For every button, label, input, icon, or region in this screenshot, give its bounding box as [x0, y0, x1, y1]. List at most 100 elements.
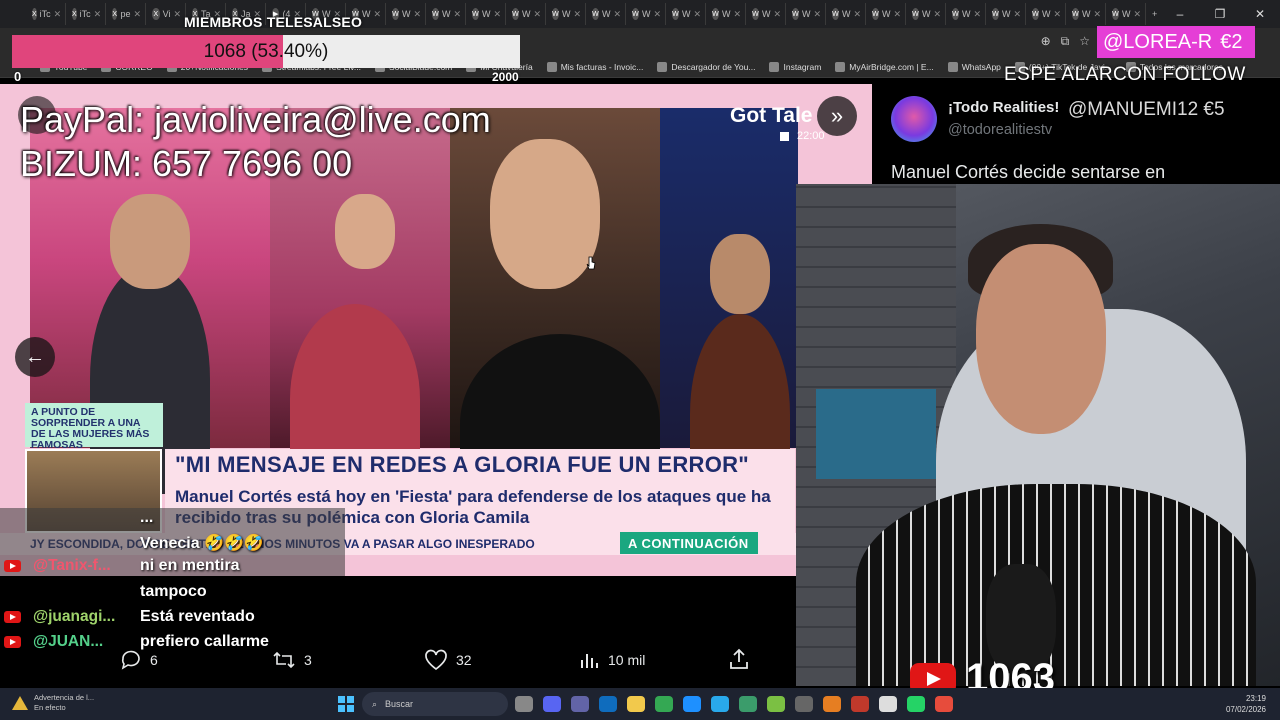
browser-tab[interactable]: W W ✕	[986, 3, 1026, 25]
tab-close-icon[interactable]: ✕	[973, 9, 981, 20]
discord-icon[interactable]	[543, 696, 561, 712]
person-head	[110, 194, 190, 289]
tab-close-icon[interactable]: ✕	[54, 9, 62, 20]
tab-close-icon[interactable]: ✕	[1013, 9, 1021, 20]
account-avatar[interactable]	[891, 96, 937, 142]
app-icon[interactable]	[879, 696, 897, 712]
bookmark-item[interactable]: Instagram	[769, 61, 821, 72]
browser-tab[interactable]: W W ✕	[826, 3, 866, 25]
capcut-icon[interactable]	[767, 696, 785, 712]
app-icon[interactable]	[795, 696, 813, 712]
bookmark-favicon-icon	[546, 61, 557, 72]
browser-tab[interactable]: W W ✕	[666, 3, 706, 25]
browser-tab[interactable]: W W ✕	[746, 3, 786, 25]
like-button[interactable]: 32	[424, 649, 472, 671]
tab-favicon-icon: W	[1112, 8, 1119, 20]
bookmark-star-icon[interactable]: ☆	[1079, 34, 1090, 49]
browser-tab[interactable]: W W ✕	[626, 3, 666, 25]
tab-label: W	[1121, 9, 1131, 19]
outlook-icon[interactable]	[599, 696, 617, 712]
tab-close-icon[interactable]: ✕	[413, 9, 421, 20]
tab-close-icon[interactable]: ✕	[493, 9, 501, 20]
telegram-icon[interactable]	[711, 696, 729, 712]
app-icon[interactable]	[823, 696, 841, 712]
browser-tab[interactable]: W W ✕	[586, 3, 626, 25]
tab-close-icon[interactable]: ✕	[693, 9, 701, 20]
tab-close-icon[interactable]: ✕	[653, 9, 661, 20]
tab-favicon-icon: W	[912, 8, 919, 20]
tab-close-icon[interactable]: ✕	[373, 9, 381, 20]
browser-tab[interactable]: W W ✕	[546, 3, 586, 25]
youtube-app-icon[interactable]	[935, 696, 953, 712]
browser-tab[interactable]: W W ✕	[786, 3, 826, 25]
tab-close-icon[interactable]: ✕	[133, 9, 141, 20]
browser-tab[interactable]: XiTc ✕	[26, 3, 66, 25]
tab-close-icon[interactable]: ✕	[733, 9, 741, 20]
teams-icon[interactable]	[571, 696, 589, 712]
tab-close-icon[interactable]: ✕	[1133, 9, 1141, 20]
file-explorer-icon[interactable]	[627, 696, 645, 712]
browser-tab[interactable]: W W ✕	[706, 3, 746, 25]
tab-close-icon[interactable]: ✕	[853, 9, 861, 20]
browser-tab[interactable]: W W ✕	[506, 3, 546, 25]
browser-tab[interactable]: W W ✕	[386, 3, 426, 25]
bookmark-item[interactable]: Descargador de You...	[657, 61, 756, 72]
minimize-button[interactable]: –	[1160, 0, 1200, 28]
tab-favicon-icon: W	[632, 8, 639, 20]
taskbar-clock[interactable]: 23:19 07/02/2026	[1226, 693, 1266, 715]
maximize-button[interactable]: ❐	[1200, 0, 1240, 28]
search-placeholder: Buscar	[385, 699, 414, 709]
lower-third-tag: A PUNTO DE SORPRENDER A UNA DE LAS MUJER…	[25, 403, 163, 451]
tab-label: W	[1001, 9, 1011, 19]
account-name[interactable]: ¡Todo Realities!	[948, 99, 1059, 116]
tab-close-icon[interactable]: ✕	[573, 9, 581, 20]
screenshot-icon[interactable]: ⧉	[1061, 34, 1070, 49]
tab-label: W	[561, 9, 571, 19]
browser-tab[interactable]: X Vi ✕	[146, 3, 186, 25]
tab-close-icon[interactable]: ✕	[533, 9, 541, 20]
views-button[interactable]: 10 mil	[578, 650, 645, 670]
share-button[interactable]	[728, 648, 750, 670]
tab-close-icon[interactable]: ✕	[893, 9, 901, 20]
whatsapp-icon[interactable]	[907, 696, 925, 712]
tab-close-icon[interactable]: ✕	[1053, 9, 1061, 20]
windows-start-icon[interactable]	[338, 696, 354, 712]
tab-close-icon[interactable]: ✕	[173, 9, 181, 20]
tab-close-icon[interactable]: ✕	[94, 9, 102, 20]
browser-tab[interactable]: XiTc ✕	[66, 3, 106, 25]
tab-close-icon[interactable]: ✕	[453, 9, 461, 20]
browser-tab[interactable]: W W ✕	[946, 3, 986, 25]
reply-button[interactable]: 6	[120, 650, 158, 670]
bookmark-item[interactable]: WhatsApp	[947, 61, 1001, 72]
browser-tab[interactable]: W W ✕	[866, 3, 906, 25]
browser-tab[interactable]: W W ✕	[906, 3, 946, 25]
browser-tab[interactable]: W W ✕	[1026, 3, 1066, 25]
tab-close-icon[interactable]: ✕	[1093, 9, 1101, 20]
taskbar-warning[interactable]: Advertencia de l... En efecto	[12, 693, 94, 713]
task-view-icon[interactable]	[515, 696, 533, 712]
tab-close-icon[interactable]: ✕	[773, 9, 781, 20]
tab-close-icon[interactable]: ✕	[933, 9, 941, 20]
browser-tab[interactable]: Xpe ✕	[106, 3, 146, 25]
app-icon[interactable]	[851, 696, 869, 712]
browser-tab[interactable]: W W ✕	[466, 3, 506, 25]
share-icon	[730, 648, 748, 669]
bookmark-label: Descargador de You...	[671, 61, 756, 72]
taskbar-search[interactable]: ⌕ Buscar	[362, 692, 508, 716]
browser-tab[interactable]: W W ✕	[426, 3, 466, 25]
close-window-button[interactable]: ✕	[1240, 0, 1280, 28]
browser-icon[interactable]	[739, 696, 757, 712]
bookmark-item[interactable]: MyAirBridge.com | E...	[835, 61, 934, 72]
zoom-icon[interactable]: ⊕	[1041, 34, 1051, 49]
repost-button[interactable]: 3	[272, 650, 312, 670]
browser-tab[interactable]: W W ✕	[1066, 3, 1106, 25]
chrome-icon[interactable]	[655, 696, 673, 712]
tab-close-icon[interactable]: ✕	[813, 9, 821, 20]
expand-chevron-icon[interactable]: »	[817, 96, 857, 136]
account-handle[interactable]: @todorealitiestv	[948, 122, 1052, 138]
tab-close-icon[interactable]: ✕	[613, 9, 621, 20]
edge-icon[interactable]	[683, 696, 701, 712]
bookmark-item[interactable]: Mis facturas - Invoic...	[546, 61, 643, 72]
browser-tab[interactable]: W W ✕	[1106, 3, 1146, 25]
previous-arrow-icon[interactable]: ←	[15, 337, 55, 377]
